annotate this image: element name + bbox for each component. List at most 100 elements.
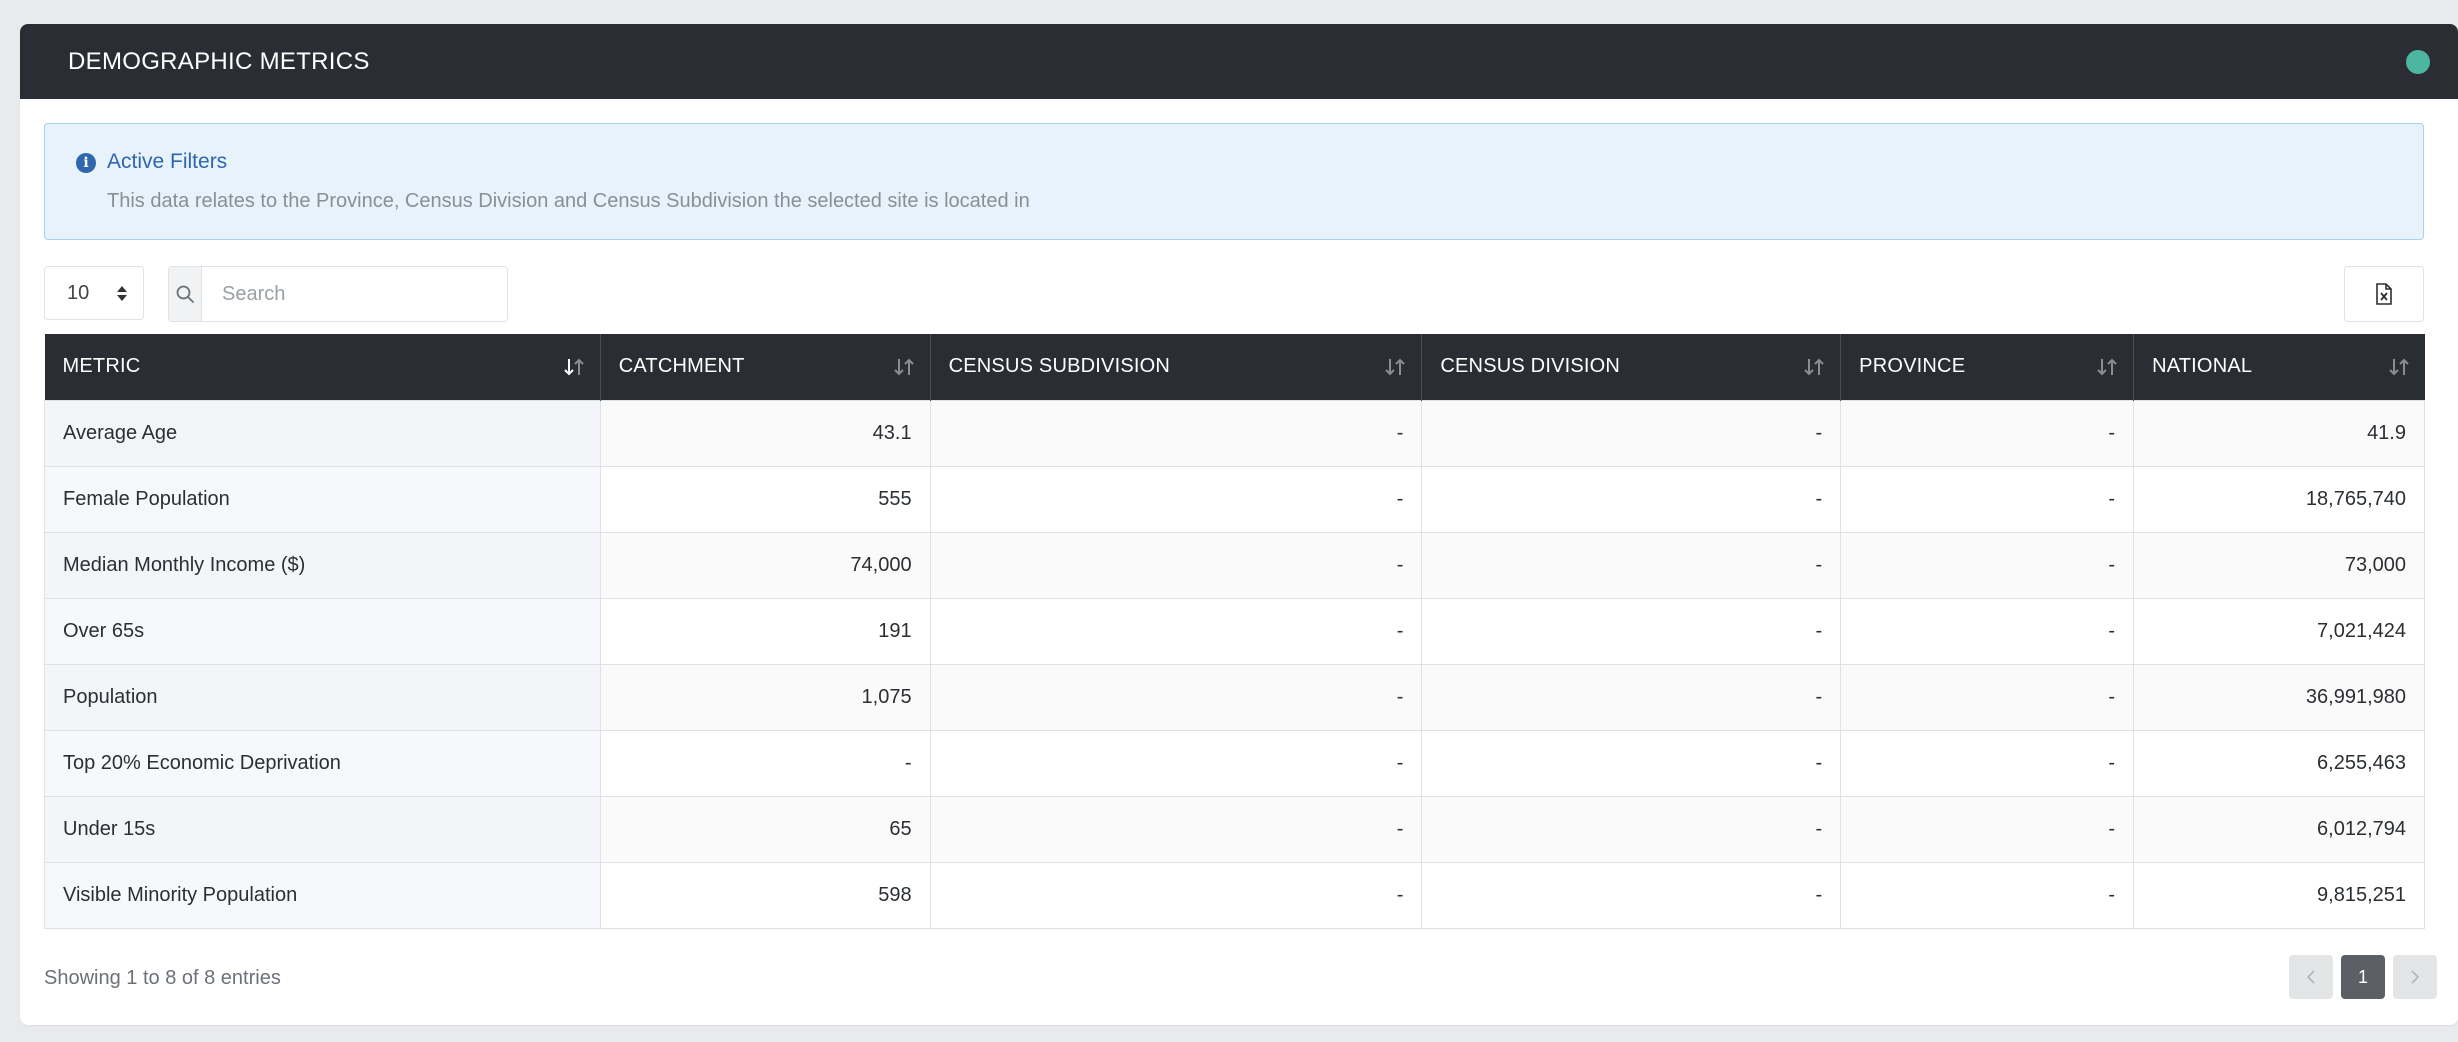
metric-value-cell: -	[1421, 399, 1842, 467]
card-header: DEMOGRAPHIC METRICS	[20, 24, 2458, 99]
metric-name-cell: Female Population	[44, 465, 601, 533]
metric-value-cell: 43.1	[599, 399, 931, 467]
metric-value-cell: -	[1840, 597, 2135, 665]
column-header-census-subdivision[interactable]: CENSUS SUBDIVISION	[929, 334, 1422, 400]
card-title: DEMOGRAPHIC METRICS	[68, 47, 370, 75]
metric-value-cell: 7,021,424	[2133, 597, 2425, 665]
table-header-row: METRIC CATCHMENT CENSUS SUBDIVISION CENSUS …	[44, 334, 2425, 400]
column-header-catchment[interactable]: CATCHMENT	[599, 334, 931, 400]
table-row: Over 65s 191- - -7,021,424	[44, 597, 2425, 665]
metric-value-cell: -	[1421, 861, 1842, 929]
search-input[interactable]	[202, 267, 507, 321]
previous-page-button[interactable]	[2289, 955, 2333, 999]
metric-value-cell: -	[1840, 663, 2135, 731]
active-filters-alert: i Active Filters This data relates to th…	[44, 123, 2424, 240]
metric-value-cell: -	[1840, 465, 2135, 533]
metric-value-cell: -	[1421, 465, 1842, 533]
pagination: 1	[2289, 955, 2437, 999]
metric-value-cell: 1,075	[599, 663, 931, 731]
metric-name-cell: Over 65s	[44, 597, 601, 665]
metric-value-cell: 65	[599, 795, 931, 863]
page-length-value: 10	[67, 281, 90, 304]
metric-value-cell: 9,815,251	[2133, 861, 2425, 929]
metric-name-cell: Median Monthly Income ($)	[44, 531, 601, 599]
metric-name-cell: Population	[44, 663, 601, 731]
metric-name-cell: Top 20% Economic Deprivation	[44, 729, 601, 797]
column-header-label: CENSUS SUBDIVISION	[948, 355, 1171, 378]
alert-title: Active Filters	[107, 150, 228, 173]
column-header-label: NATIONAL	[2152, 355, 2253, 378]
metric-name-cell: Visible Minority Population	[44, 861, 601, 929]
excel-file-icon	[2376, 283, 2392, 305]
chevron-left-icon	[2306, 970, 2315, 984]
column-header-label: PROVINCE	[1859, 355, 1966, 378]
sort-icon	[562, 357, 586, 377]
table-row: Median Monthly Income ($) 74,000- - -73,000	[44, 531, 2425, 599]
metric-value-cell: -	[1421, 795, 1842, 863]
table-body: Average Age 43.1- - -41.9 Female Population 5…	[44, 399, 2425, 929]
metric-value-cell: 6,255,463	[2133, 729, 2425, 797]
metric-value-cell: -	[599, 729, 931, 797]
column-header-province[interactable]: PROVINCE	[1840, 334, 2134, 400]
metric-value-cell: -	[1840, 399, 2135, 467]
metric-value-cell: 74,000	[599, 531, 931, 599]
metric-name-cell: Average Age	[44, 399, 601, 467]
search-icon	[169, 267, 202, 321]
metric-value-cell: 555	[599, 465, 931, 533]
metric-value-cell: 6,012,794	[2133, 795, 2425, 863]
metric-value-cell: -	[1840, 531, 2135, 599]
table-info: Showing 1 to 8 of 8 entries	[44, 967, 281, 989]
page-length-select[interactable]: 10	[44, 266, 144, 320]
metric-value-cell: -	[1421, 531, 1842, 599]
metric-value-cell: -	[929, 597, 1423, 665]
column-header-label: CENSUS DIVISION	[1440, 355, 1621, 378]
page-button-1[interactable]: 1	[2341, 955, 2385, 999]
table-row: Female Population 555- - -18,765,740	[44, 465, 2425, 533]
metric-value-cell: -	[929, 861, 1423, 929]
table-row: Average Age 43.1- - -41.9	[44, 399, 2425, 467]
chevron-right-icon	[2411, 970, 2420, 984]
sort-icon	[1802, 357, 1826, 377]
export-excel-button[interactable]	[2344, 266, 2424, 322]
column-header-national[interactable]: NATIONAL	[2133, 334, 2425, 400]
metric-value-cell: -	[1421, 663, 1842, 731]
table-row: Population 1,075- - -36,991,980	[44, 663, 2425, 731]
metric-value-cell: 598	[599, 861, 931, 929]
demographic-metrics-card: DEMOGRAPHIC METRICS i Active Filters Thi…	[20, 24, 2458, 1025]
table-row: Top 20% Economic Deprivation - - - -6,255,46…	[44, 729, 2425, 797]
column-header-census-division[interactable]: CENSUS DIVISION	[1421, 334, 1841, 400]
sort-icon	[2387, 357, 2411, 377]
column-header-label: METRIC	[62, 355, 141, 378]
table-controls: 10	[44, 266, 2424, 322]
metric-value-cell: -	[929, 729, 1423, 797]
column-header-label: CATCHMENT	[618, 355, 745, 378]
select-caret-icon	[117, 285, 127, 301]
metric-value-cell: -	[929, 663, 1423, 731]
sort-icon	[1383, 357, 1407, 377]
metric-value-cell: 191	[599, 597, 931, 665]
metric-value-cell: -	[1421, 729, 1842, 797]
metric-value-cell: -	[929, 465, 1423, 533]
info-icon: i	[76, 153, 96, 173]
metric-value-cell: -	[1840, 861, 2135, 929]
metric-value-cell: -	[1840, 795, 2135, 863]
table-row: Under 15s 65- - -6,012,794	[44, 795, 2425, 863]
metric-value-cell: -	[1421, 597, 1842, 665]
metric-value-cell: 36,991,980	[2133, 663, 2425, 731]
sort-icon	[2095, 357, 2119, 377]
metric-value-cell: -	[1840, 729, 2135, 797]
search-group	[168, 266, 508, 322]
metric-value-cell: -	[929, 795, 1423, 863]
metric-value-cell: 41.9	[2133, 399, 2425, 467]
metric-value-cell: 73,000	[2133, 531, 2425, 599]
alert-text: This data relates to the Province, Censu…	[107, 190, 1030, 212]
table-row: Visible Minority Population 598- - -9,815,2…	[44, 861, 2425, 929]
sort-icon	[892, 357, 916, 377]
next-page-button[interactable]	[2393, 955, 2437, 999]
column-header-metric[interactable]: METRIC	[44, 334, 601, 400]
metric-value-cell: -	[929, 399, 1423, 467]
metric-value-cell: -	[929, 531, 1423, 599]
metric-name-cell: Under 15s	[44, 795, 601, 863]
metrics-table: METRIC CATCHMENT CENSUS SUBDIVISION CENSUS …	[44, 334, 2425, 929]
metric-value-cell: 18,765,740	[2133, 465, 2425, 533]
